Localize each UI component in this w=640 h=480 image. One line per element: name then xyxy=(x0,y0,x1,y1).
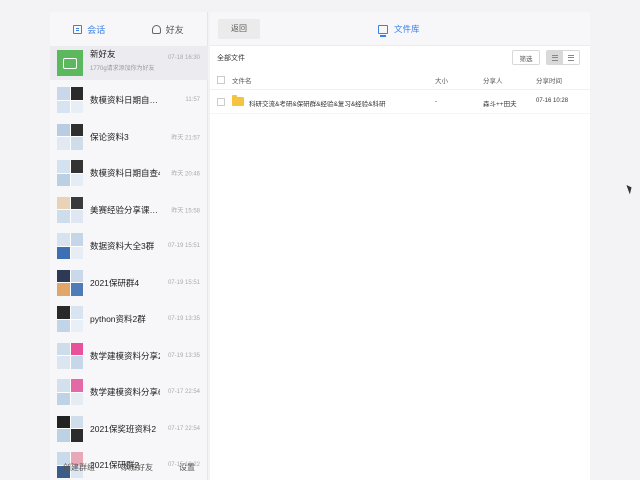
file-share-time: 07-16 10:28 xyxy=(536,98,569,104)
conversation-time: 昨天 20:46 xyxy=(171,171,200,178)
avatar xyxy=(57,50,83,76)
conversation-item-new-friend[interactable]: 新好友 1770g请求添加你为好友 07-18 16:30 xyxy=(50,46,208,80)
monitor-icon xyxy=(378,24,388,37)
group-avatar xyxy=(57,306,83,333)
conversation-item[interactable]: 美赛经验分享课… 昨天 15:58 xyxy=(50,192,208,229)
conversation-list: 新好友 1770g请求添加你为好友 07-18 16:30 数模资料日期自… 1… xyxy=(50,46,208,480)
mouse-cursor-icon xyxy=(626,183,634,195)
group-avatar xyxy=(57,160,83,187)
group-avatar xyxy=(57,269,83,296)
filter-button[interactable]: 筛选 xyxy=(512,50,540,65)
settings-button[interactable]: 设置 xyxy=(179,462,195,473)
file-name[interactable]: 科研交流&考研&保研群&经验&复习&经验&科研 xyxy=(249,98,386,108)
conversation-item[interactable]: 2021保奖班资料2 07-17 22:54 xyxy=(50,411,208,448)
list-view-button[interactable] xyxy=(547,51,563,64)
topbar: 返回 文件库 xyxy=(210,12,590,46)
conversation-name: 数学建模资料分享6 xyxy=(90,387,160,398)
chat-icon xyxy=(73,24,83,34)
conversation-name: 保论资料3 xyxy=(90,131,129,142)
folder-icon xyxy=(232,95,244,106)
add-friend-button[interactable]: 添加好友 xyxy=(121,462,153,473)
group-avatar xyxy=(57,379,83,406)
conversation-name: python资料2群 xyxy=(90,314,146,325)
conversation-item[interactable]: 数模资料日期自查4 昨天 20:46 xyxy=(50,155,208,192)
group-avatar xyxy=(57,342,83,369)
group-avatar xyxy=(57,123,83,150)
conversation-time: 07-18 16:30 xyxy=(167,55,200,61)
conversation-time: 07-19 13:35 xyxy=(167,352,200,359)
sidebar: 会话 好友 新好友 1770g请求添加你为好友 07-18 16:30 数模资料… xyxy=(50,12,208,480)
tab-friends-label: 好友 xyxy=(165,24,184,35)
conversation-name: 数模资料日期自… xyxy=(90,95,159,106)
file-size: - xyxy=(435,98,438,105)
conversation-name: 2021保奖班资料2 xyxy=(90,423,157,434)
conversation-time: 07-17 22:54 xyxy=(167,389,200,396)
conversation-item[interactable]: 保论资料3 昨天 21:57 xyxy=(50,119,208,156)
group-avatar xyxy=(57,233,83,260)
conversation-time: 07-19 13:35 xyxy=(167,316,200,323)
conversation-item[interactable]: 数学建模资料分享2 07-19 13:35 xyxy=(50,338,208,375)
conversation-time: 07-19 15:51 xyxy=(167,279,200,286)
conversation-name: 新好友 xyxy=(90,49,116,59)
conversation-item[interactable]: 2021保研群4 07-19 15:51 xyxy=(50,265,208,302)
app-window: 会话 好友 新好友 1770g请求添加你为好友 07-18 16:30 数模资料… xyxy=(0,0,640,480)
column-header-name[interactable]: 文件名 xyxy=(232,75,252,85)
list-icon xyxy=(552,54,558,61)
grid-view-button[interactable] xyxy=(563,51,579,64)
conversation-name: 数模资料日期自查4 xyxy=(90,168,160,179)
conversation-preview: 1770g请求添加你为好友 xyxy=(90,66,155,72)
friend-icon xyxy=(151,24,161,34)
column-header-size[interactable]: 大小 xyxy=(435,75,448,85)
table-row[interactable]: 科研交流&考研&保研群&经验&复习&经验&科研 - 森斗++田夫 07-16 1… xyxy=(210,90,590,114)
create-group-button[interactable]: 创建群组 xyxy=(63,462,95,473)
file-library-panel: 返回 文件库 全部文件 筛选 文件名 大小 分享人 分享时间 科研交流&考研&保… xyxy=(210,12,590,480)
conversation-item[interactable]: 数模资料日期自… 11:57 xyxy=(50,82,208,119)
select-all-checkbox[interactable] xyxy=(217,76,225,84)
page-title: 文件库 xyxy=(378,23,420,37)
new-friend-icon xyxy=(63,57,77,69)
conversation-time: 07-19 15:51 xyxy=(167,243,200,250)
group-avatar xyxy=(57,196,83,223)
column-header-sharer[interactable]: 分享人 xyxy=(483,75,503,85)
column-header-time[interactable]: 分享时间 xyxy=(536,75,562,85)
view-toggle xyxy=(546,50,580,65)
sidebar-tabs: 会话 好友 xyxy=(50,12,207,46)
conversation-name: 数学建模资料分享2 xyxy=(90,350,160,361)
tab-conversations[interactable]: 会话 xyxy=(50,23,129,36)
conversation-time: 11:57 xyxy=(185,97,200,104)
grid-icon xyxy=(568,54,574,61)
conversation-time: 昨天 21:57 xyxy=(171,135,200,142)
group-avatar xyxy=(57,87,83,114)
conversation-item[interactable]: python资料2群 07-19 13:35 xyxy=(50,301,208,338)
conversation-time: 07-17 22:54 xyxy=(167,425,200,432)
page-title-label: 文件库 xyxy=(394,24,420,34)
breadcrumb-all-files[interactable]: 全部文件 xyxy=(217,53,245,63)
tab-friends[interactable]: 好友 xyxy=(129,23,208,36)
conversation-item[interactable]: 数据资料大全3群 07-19 15:51 xyxy=(50,228,208,265)
row-checkbox[interactable] xyxy=(217,98,225,106)
group-avatar xyxy=(57,415,83,442)
sidebar-footer: 创建群组 添加好友 设置 xyxy=(50,454,208,480)
file-sharer: 森斗++田夫 xyxy=(483,101,517,108)
conversation-name: 美赛经验分享课… xyxy=(90,204,159,215)
conversation-item[interactable]: 数学建模资料分享6 07-17 22:54 xyxy=(50,374,208,411)
back-button[interactable]: 返回 xyxy=(218,18,260,39)
toolbar: 全部文件 筛选 xyxy=(210,46,590,70)
table-header: 文件名 大小 分享人 分享时间 xyxy=(210,70,590,90)
conversation-name: 2021保研群4 xyxy=(90,277,140,288)
conversation-name: 数据资料大全3群 xyxy=(90,241,155,252)
conversation-time: 昨天 15:58 xyxy=(171,208,200,215)
tab-conversations-label: 会话 xyxy=(87,24,106,35)
